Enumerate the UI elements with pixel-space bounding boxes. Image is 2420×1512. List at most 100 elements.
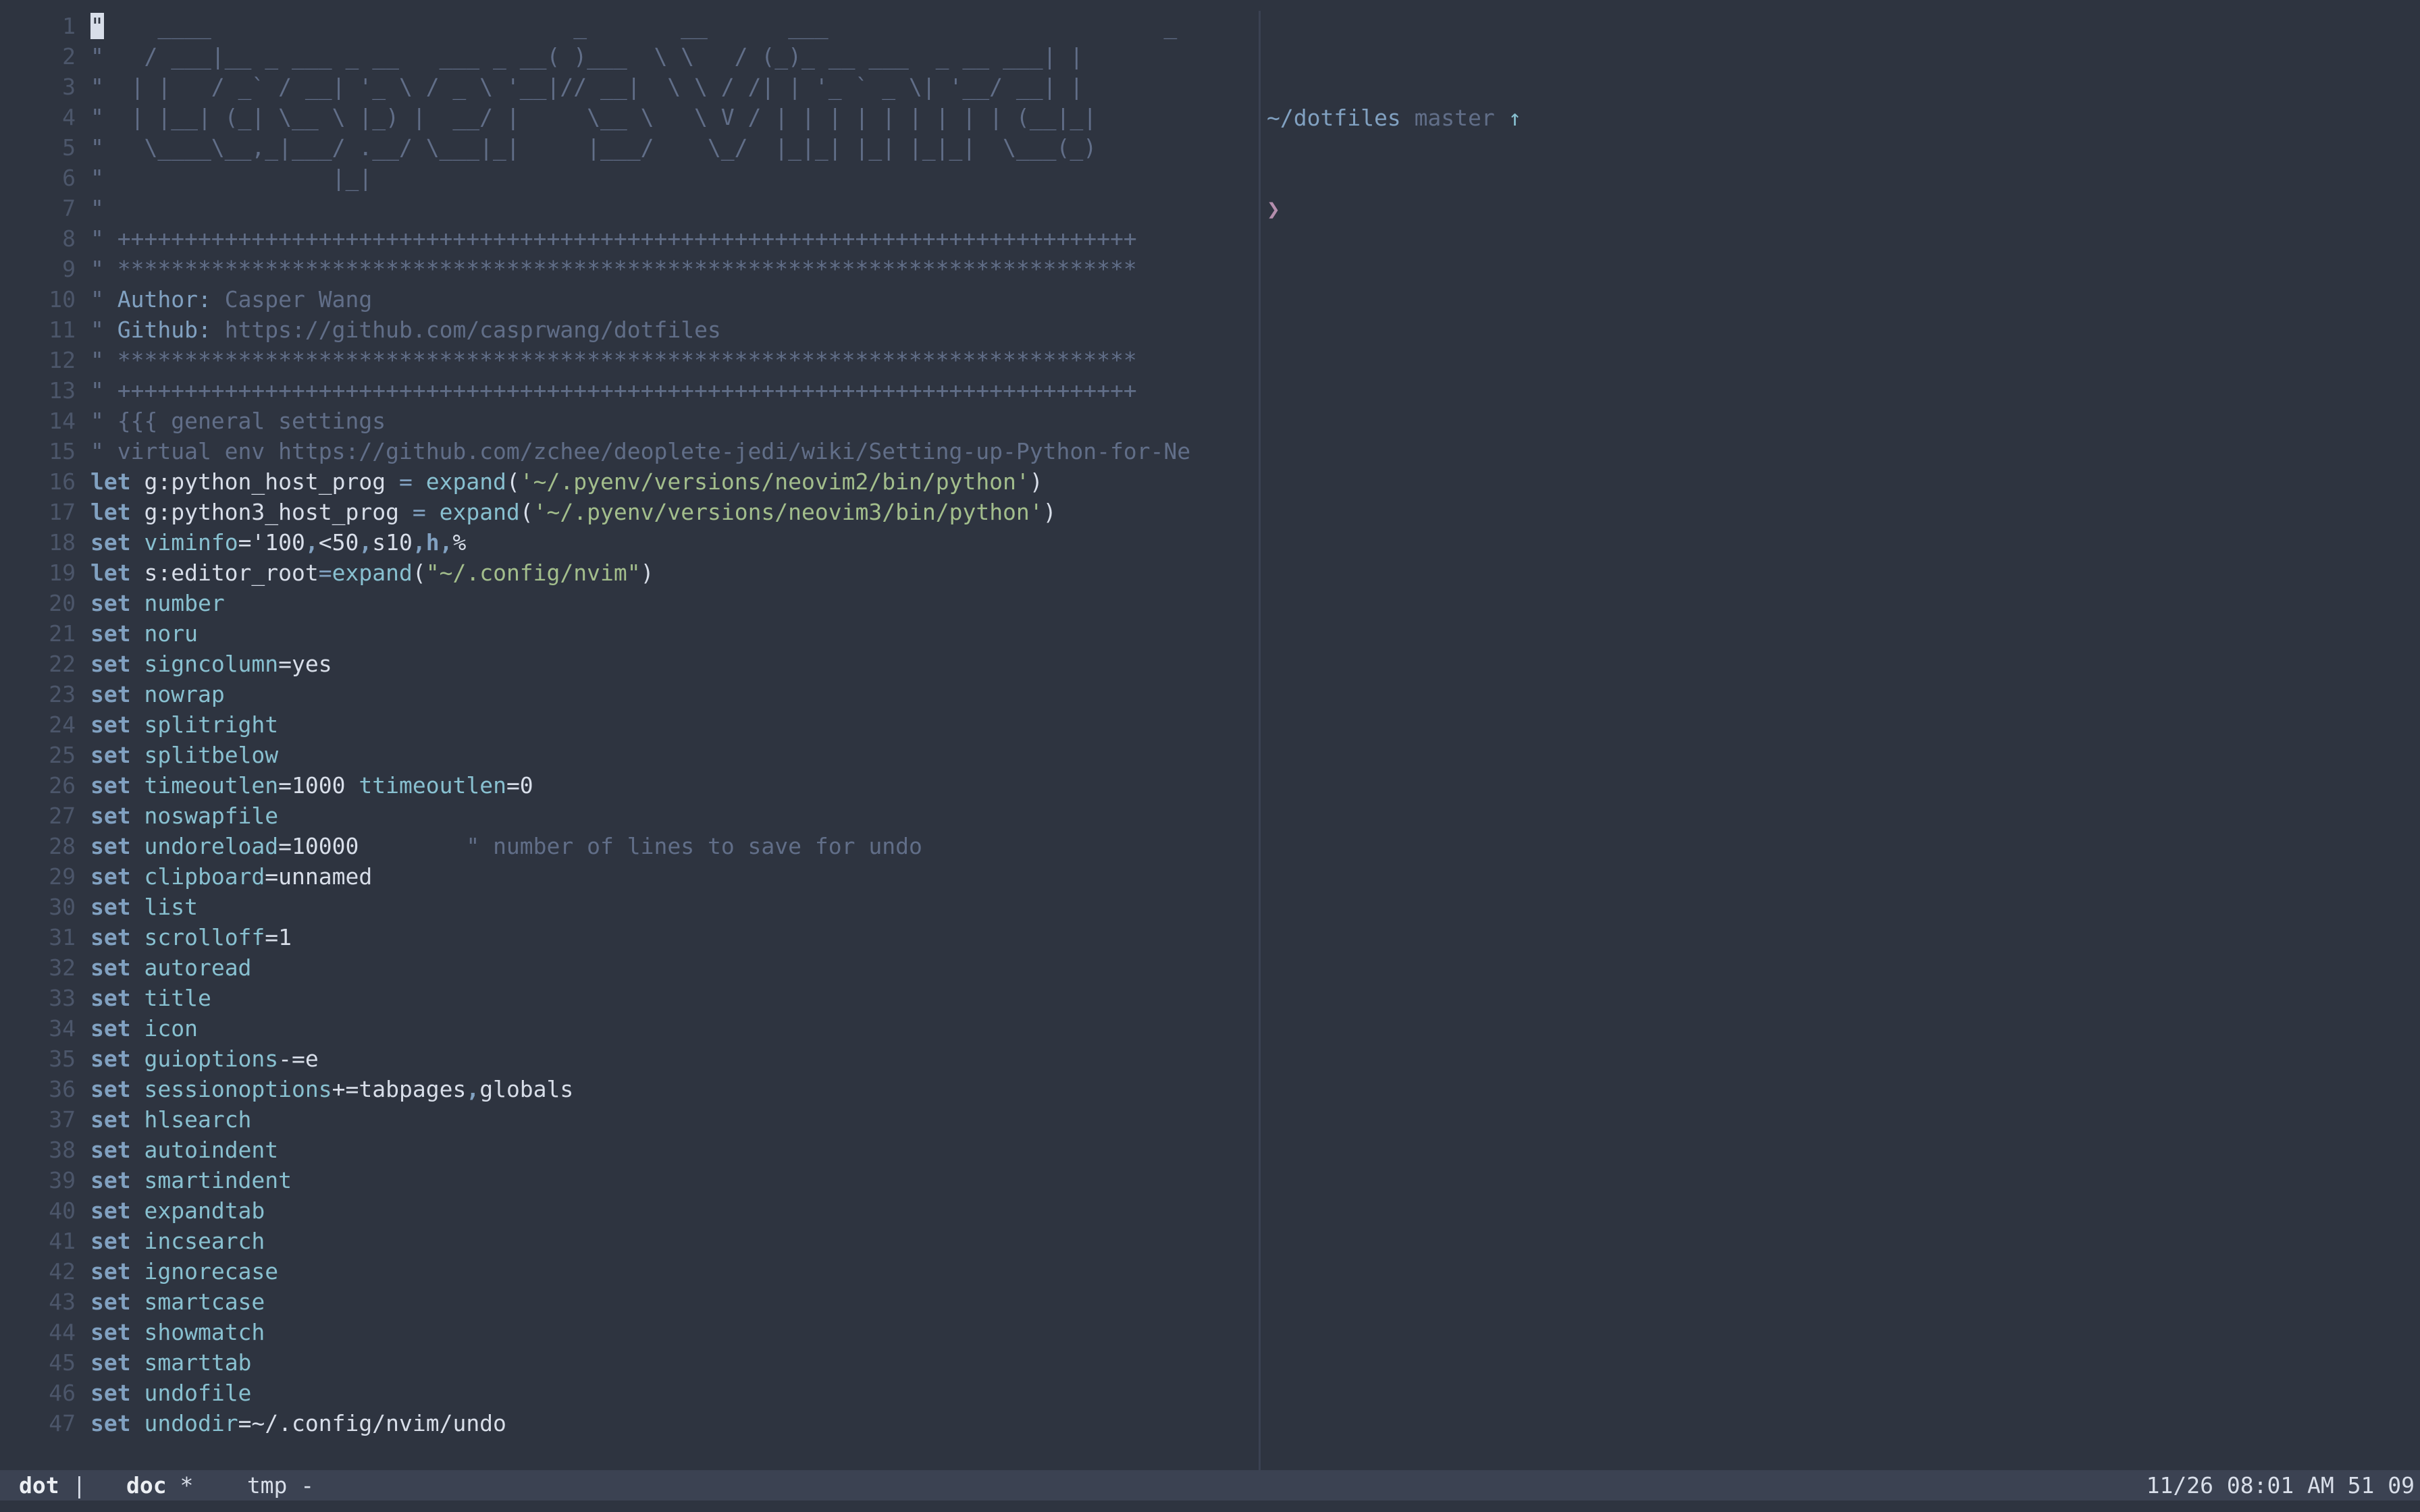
code-line[interactable]: 15 " virtual env https://github.com/zchee… xyxy=(0,436,1255,466)
code-line[interactable]: 24 set splitright xyxy=(0,709,1255,740)
line-number: 42 xyxy=(49,1258,76,1285)
code-line[interactable]: 6 " |_| xyxy=(0,163,1255,193)
code-line[interactable]: 23 set nowrap xyxy=(0,679,1255,709)
code-line[interactable]: 42 set ignorecase xyxy=(0,1256,1255,1287)
code-line[interactable]: 47 set undodir=~/.config/nvim/undo xyxy=(0,1408,1255,1438)
shell-prompt-line[interactable]: ❯ xyxy=(1267,194,2415,224)
code-line[interactable]: 5 " \____\__,_|___/ .__/ \___|_| |___/ \_… xyxy=(0,132,1255,163)
code-token: =0 xyxy=(506,772,533,799)
code-token: " xyxy=(90,195,104,221)
line-number: 23 xyxy=(49,681,76,707)
code-line[interactable]: 19 let s:editor_root=expand("~/.config/nv… xyxy=(0,558,1255,588)
code-line[interactable]: 35 set guioptions-=e xyxy=(0,1044,1255,1074)
code-line[interactable]: 45 set smarttab xyxy=(0,1347,1255,1378)
code-token: Casper Wang xyxy=(211,286,373,313)
tmux-window-flag: - xyxy=(300,1472,315,1498)
code-line[interactable]: 2 " / ___|__ _ ___ _ __ ___ _ __( )___ \ … xyxy=(0,41,1255,72)
code-text: " virtual env https://github.com/zchee/d… xyxy=(90,436,1190,466)
code-token: set xyxy=(90,742,131,768)
code-line[interactable]: 43 set smartcase xyxy=(0,1287,1255,1317)
code-token: <50 xyxy=(318,529,359,556)
git-branch: master xyxy=(1414,105,1495,131)
code-token: = xyxy=(412,499,426,525)
code-line[interactable]: 32 set autoread xyxy=(0,952,1255,983)
code-text: let g:python3_host_prog = expand('~/.pye… xyxy=(90,497,1057,527)
code-token: set xyxy=(90,681,131,707)
tmux-window-list: dot | doc * tmp - xyxy=(19,1470,314,1501)
code-line[interactable]: 10 " Author: Casper Wang xyxy=(0,284,1255,315)
line-number: 12 xyxy=(49,347,76,373)
code-line[interactable]: 29 set clipboard=unnamed xyxy=(0,861,1255,892)
code-token: " xyxy=(90,317,117,343)
code-line[interactable]: 33 set title xyxy=(0,983,1255,1013)
code-text: " ____ _ __ ___ _ xyxy=(90,11,1177,41)
code-text: set expandtab xyxy=(90,1195,265,1226)
code-token: undofile xyxy=(144,1380,252,1406)
tmux-window-name[interactable]: tmp xyxy=(247,1472,288,1498)
code-line[interactable]: 30 set list xyxy=(0,892,1255,922)
code-token: incsearch xyxy=(144,1228,265,1254)
code-line[interactable]: 40 set expandtab xyxy=(0,1195,1255,1226)
code-line[interactable]: 22 set signcolumn=yes xyxy=(0,649,1255,679)
code-line[interactable]: 14 " {{{ general settings xyxy=(0,406,1255,436)
code-line[interactable]: 18 set viminfo='100,<50,s10,h,% xyxy=(0,527,1255,558)
code-line[interactable]: 27 set noswapfile xyxy=(0,801,1255,831)
code-line[interactable]: 28 set undoreload=10000 " number of lines… xyxy=(0,831,1255,861)
terminal-window: 1 " ____ _ __ ___ _ 2 " / ___|__ _ ___ _ __… xyxy=(0,0,2420,1512)
line-number: 28 xyxy=(49,833,76,859)
code-token: set xyxy=(90,1015,131,1042)
line-number: 40 xyxy=(49,1197,76,1224)
code-line[interactable]: 11 " Github: https://github.com/casprwang… xyxy=(0,315,1255,345)
line-number: 11 xyxy=(49,317,76,343)
line-number: 39 xyxy=(49,1167,76,1193)
code-line[interactable]: 13 " ++++++++++++++++++++++++++++++++++++… xyxy=(0,375,1255,406)
code-text: let g:python_host_prog = expand('~/.pyen… xyxy=(90,466,1043,497)
code-line[interactable]: 20 set number xyxy=(0,588,1255,618)
code-line[interactable]: 4 " | |__| (_| \__ \ |_) | __/ | \__ \ \ … xyxy=(0,102,1255,132)
code-line[interactable]: 12 " ************************************… xyxy=(0,345,1255,375)
vim-editor-pane[interactable]: 1 " ____ _ __ ___ _ 2 " / ___|__ _ ___ _ __… xyxy=(0,11,1255,1469)
pane-divider[interactable] xyxy=(1259,11,1261,1470)
code-token: set xyxy=(90,620,131,647)
code-line[interactable]: 9 " *************************************… xyxy=(0,254,1255,284)
code-line[interactable]: 21 set noru xyxy=(0,618,1255,649)
code-token: ( xyxy=(519,499,533,525)
code-line[interactable]: 46 set undofile xyxy=(0,1378,1255,1408)
code-line[interactable]: 36 set sessionoptions+=tabpages,globals xyxy=(0,1074,1255,1104)
code-token: autoread xyxy=(144,954,252,981)
code-line[interactable]: 3 " | | / _` / __| '_ \ / _ \ '__|// __| … xyxy=(0,72,1255,102)
code-line[interactable]: 41 set incsearch xyxy=(0,1226,1255,1256)
code-line[interactable]: 16 let g:python_host_prog = expand('~/.py… xyxy=(0,466,1255,497)
code-line[interactable]: 1 " ____ _ __ ___ _ xyxy=(0,11,1255,41)
code-token: ( xyxy=(506,468,520,495)
code-text: " {{{ general settings xyxy=(90,406,386,436)
code-line[interactable]: 39 set smartindent xyxy=(0,1165,1255,1195)
code-line[interactable]: 37 set hlsearch xyxy=(0,1104,1255,1135)
code-line[interactable]: 34 set icon xyxy=(0,1013,1255,1044)
tmux-window-name[interactable]: doc xyxy=(126,1472,167,1498)
code-token: +=tabpages xyxy=(332,1076,467,1102)
code-token: " ++++++++++++++++++++++++++++++++++++++… xyxy=(90,377,1137,404)
tmux-window-name[interactable]: dot xyxy=(19,1472,59,1498)
code-line[interactable]: 44 set showmatch xyxy=(0,1317,1255,1347)
code-token: showmatch xyxy=(144,1319,265,1345)
shell-pane[interactable]: ~/dotfiles master ↑ ❯ xyxy=(1267,42,2415,1459)
code-token: timeoutlen xyxy=(144,772,279,799)
code-line[interactable]: 31 set scrolloff=1 xyxy=(0,922,1255,952)
code-line[interactable]: 17 let g:python3_host_prog = expand('~/.p… xyxy=(0,497,1255,527)
code-token: splitright xyxy=(144,711,279,738)
code-line[interactable]: 7 " xyxy=(0,193,1255,223)
code-line[interactable]: 25 set splitbelow xyxy=(0,740,1255,770)
code-token: let xyxy=(90,499,131,525)
code-line[interactable]: 8 " +++++++++++++++++++++++++++++++++++++… xyxy=(0,223,1255,254)
code-line[interactable]: 26 set timeoutlen=1000 ttimeoutlen=0 xyxy=(0,770,1255,801)
code-token: , xyxy=(359,529,373,556)
code-line[interactable]: 38 set autoindent xyxy=(0,1135,1255,1165)
line-number: 18 xyxy=(49,529,76,556)
